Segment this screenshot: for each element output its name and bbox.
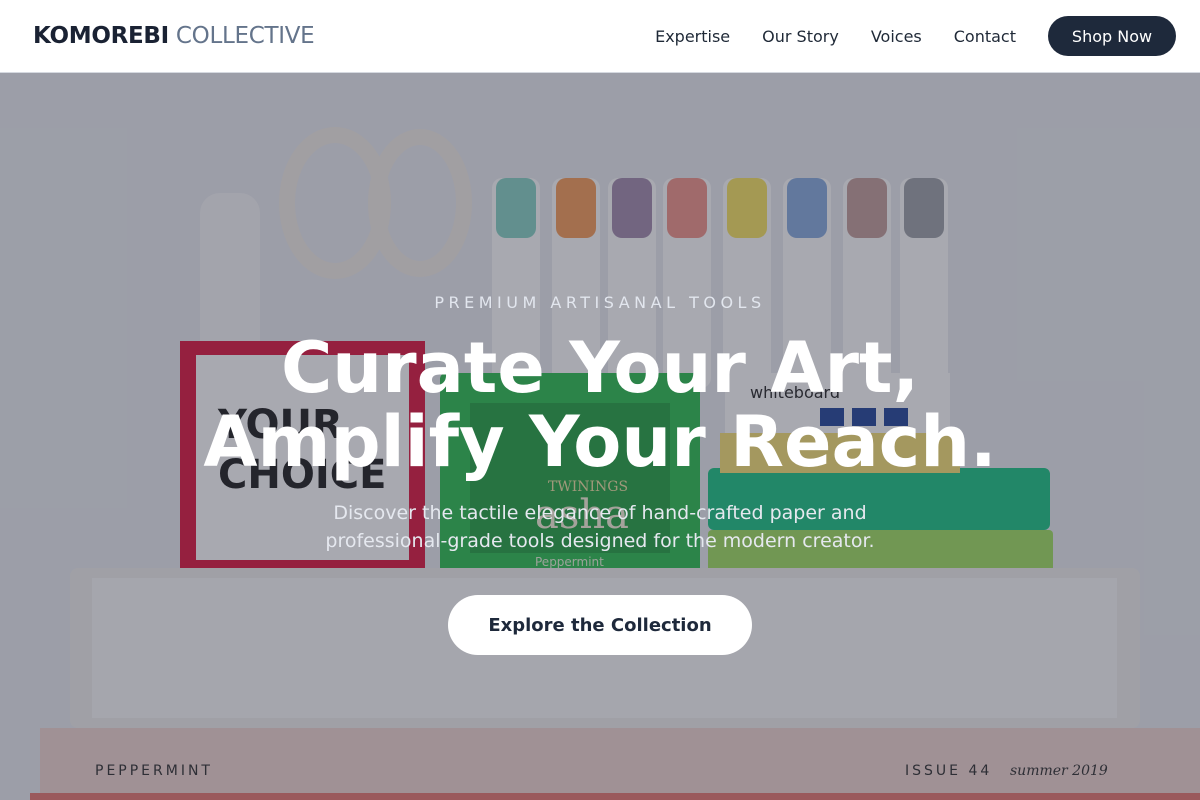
nav-our-story[interactable]: Our Story bbox=[762, 27, 839, 46]
brand-name-light: COLLECTIVE bbox=[175, 23, 315, 49]
hero-headline-line-1: Curate Your Art, bbox=[280, 327, 920, 409]
hero-section: whiteboard YOUR CHOICE TWININGS asha Pep… bbox=[0, 73, 1200, 800]
hero-subtext-line-1: Discover the tactile elegance of hand-cr… bbox=[333, 502, 867, 524]
shop-now-button[interactable]: Shop Now bbox=[1048, 16, 1176, 56]
explore-collection-button[interactable]: Explore the Collection bbox=[448, 595, 752, 655]
hero-content: PREMIUM ARTISANAL TOOLS Curate Your Art,… bbox=[0, 73, 1200, 800]
nav-contact[interactable]: Contact bbox=[954, 27, 1016, 46]
main-nav: Expertise Our Story Voices Contact Shop … bbox=[655, 16, 1176, 56]
hero-subtext: Discover the tactile elegance of hand-cr… bbox=[0, 499, 1200, 555]
nav-expertise[interactable]: Expertise bbox=[655, 27, 730, 46]
hero-eyebrow: PREMIUM ARTISANAL TOOLS bbox=[434, 293, 766, 312]
brand-logo[interactable]: KOMOREBI COLLECTIVE bbox=[33, 23, 315, 49]
hero-subtext-line-2: professional-grade tools designed for th… bbox=[325, 530, 875, 552]
nav-voices[interactable]: Voices bbox=[871, 27, 922, 46]
brand-name-strong: KOMOREBI bbox=[33, 23, 169, 49]
hero-headline: Curate Your Art, Amplify Your Reach. bbox=[0, 331, 1200, 479]
site-header: KOMOREBI COLLECTIVE Expertise Our Story … bbox=[0, 0, 1200, 73]
hero-headline-line-2: Amplify Your Reach. bbox=[203, 401, 997, 483]
